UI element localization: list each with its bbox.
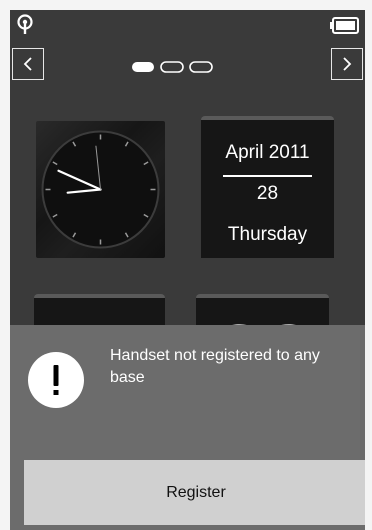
calendar-divider xyxy=(223,175,312,177)
next-page-button[interactable] xyxy=(331,48,363,80)
calendar-widget[interactable]: April 2011 28 Thursday xyxy=(201,116,334,258)
page-dot-active xyxy=(132,62,154,72)
dialog-message: Handset not registered to any base xyxy=(110,347,320,386)
register-button[interactable]: Register xyxy=(24,460,365,525)
chevron-left-icon xyxy=(23,57,32,71)
registration-dialog: Handset not registered to any base Regis… xyxy=(10,325,365,530)
exclamation-icon xyxy=(28,352,84,408)
chevron-right-icon xyxy=(343,57,352,71)
page-dot xyxy=(160,61,184,73)
calendar-day: 28 xyxy=(256,183,279,204)
calendar-weekday: Thursday xyxy=(227,224,308,245)
antenna-signal-icon xyxy=(17,14,33,34)
battery-icon xyxy=(330,17,359,34)
analog-clock-icon xyxy=(41,130,160,249)
previous-page-button[interactable] xyxy=(12,48,44,80)
handset-screen: April 2011 28 Thursday Handset not regis… xyxy=(10,10,365,530)
page-indicator xyxy=(132,61,213,73)
status-bar xyxy=(10,10,365,42)
clock-widget[interactable] xyxy=(36,121,165,258)
page-dot xyxy=(189,61,213,73)
calendar-month-year: April 2011 xyxy=(225,142,310,163)
